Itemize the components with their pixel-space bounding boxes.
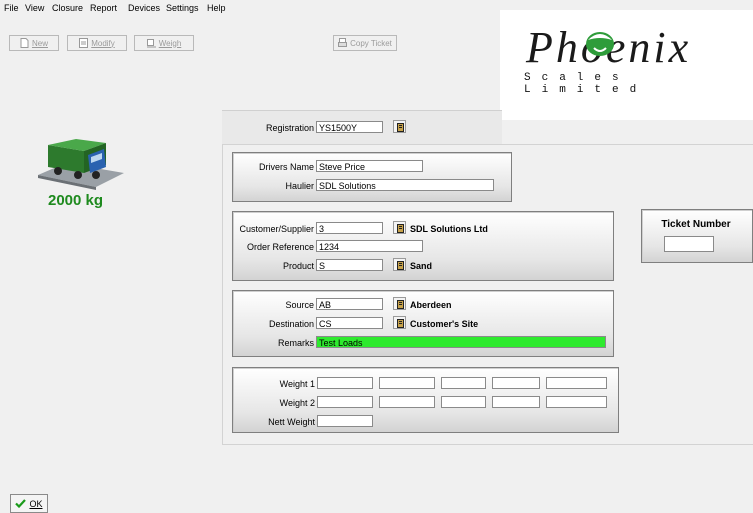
customer-code-field[interactable]: 3 [316, 222, 383, 234]
source-label: Source [285, 300, 314, 310]
remarks-label: Remarks [277, 338, 314, 348]
source-name: Aberdeen [410, 300, 452, 310]
nett-weight-label: Nett Weight [268, 417, 315, 427]
product-name: Sand [410, 261, 433, 271]
weight2-date-field[interactable] [379, 396, 435, 408]
lookup-icon[interactable] [393, 221, 406, 234]
menu-settings[interactable]: Settings [166, 3, 199, 13]
divider [222, 444, 753, 445]
haulier-label: Haulier [285, 181, 314, 191]
destination-label: Destination [268, 319, 314, 329]
drivers-name-field[interactable]: Steve Price [316, 160, 423, 172]
logo-tagline: Scales Limited [524, 72, 648, 96]
lookup-icon[interactable] [393, 120, 406, 133]
source-code-field[interactable]: AB [316, 298, 383, 310]
customer-label: Customer/Supplier [239, 224, 314, 234]
order-reference-field[interactable]: 1234 [316, 240, 423, 252]
customer-name: SDL Solutions Ltd [410, 224, 488, 234]
weight1-ticket-field[interactable] [492, 377, 540, 389]
remarks-field[interactable]: Test Loads [316, 336, 606, 348]
weight2-ticket-field[interactable] [492, 396, 540, 408]
weight1-time-field[interactable] [441, 377, 486, 389]
menu-devices[interactable]: Devices [128, 3, 160, 13]
copy-ticket-button[interactable]: Copy Ticket [333, 35, 397, 51]
haulier-field[interactable]: SDL Solutions [316, 179, 494, 191]
new-label: New [31, 38, 48, 48]
copy-ticket-icon [338, 38, 348, 48]
destination-code-field[interactable]: CS [316, 317, 383, 329]
menu-report[interactable]: Report [90, 3, 117, 13]
ticket-number-label: Ticket Number [661, 219, 731, 230]
product-code-field[interactable]: S [316, 259, 383, 271]
ticket-number-field[interactable] [664, 236, 714, 252]
registration-label: Registration [265, 123, 314, 133]
new-button[interactable]: New [9, 35, 59, 51]
lookup-icon[interactable] [393, 258, 406, 271]
weight2-time-field[interactable] [441, 396, 486, 408]
order-reference-label: Order Reference [246, 242, 314, 252]
weigh-button[interactable]: Weigh [134, 35, 194, 51]
weight2-label: Weight 2 [279, 398, 315, 408]
weight1-field[interactable] [317, 377, 373, 389]
menu-help[interactable]: Help [207, 3, 226, 13]
company-logo: Phoenix Scales Limited [500, 10, 753, 120]
lookup-icon[interactable] [393, 316, 406, 329]
new-icon [20, 38, 29, 48]
weigh-label: Weigh [158, 38, 182, 48]
drivers-name-label: Drivers Name [258, 162, 314, 172]
lookup-icon[interactable] [393, 297, 406, 310]
check-icon [15, 499, 27, 508]
divider [222, 144, 753, 145]
nett-weight-field[interactable] [317, 415, 373, 427]
ok-label: OK [29, 498, 43, 509]
weight2-field[interactable] [317, 396, 373, 408]
truck-icon [38, 139, 124, 190]
weight1-user-field[interactable] [546, 377, 607, 389]
modify-label: Modify [91, 38, 115, 48]
menu-view[interactable]: View [25, 3, 44, 13]
modify-icon [79, 38, 89, 48]
weight-display: 2000 kg [48, 192, 104, 209]
destination-name: Customer's Site [410, 319, 479, 329]
registration-field[interactable]: YS1500Y [316, 121, 383, 133]
phoenix-emblem-icon [586, 32, 614, 56]
menu-closure[interactable]: Closure [52, 3, 83, 13]
ok-button[interactable]: OK [10, 494, 48, 513]
product-label: Product [282, 261, 314, 271]
weight2-user-field[interactable] [546, 396, 607, 408]
weigh-icon [146, 38, 156, 48]
weight1-label: Weight 1 [279, 379, 315, 389]
menu-file[interactable]: File [4, 3, 19, 13]
weight1-date-field[interactable] [379, 377, 435, 389]
copy-ticket-label: Copy Ticket [350, 38, 392, 48]
divider [222, 144, 223, 444]
modify-button[interactable]: Modify [67, 35, 127, 51]
